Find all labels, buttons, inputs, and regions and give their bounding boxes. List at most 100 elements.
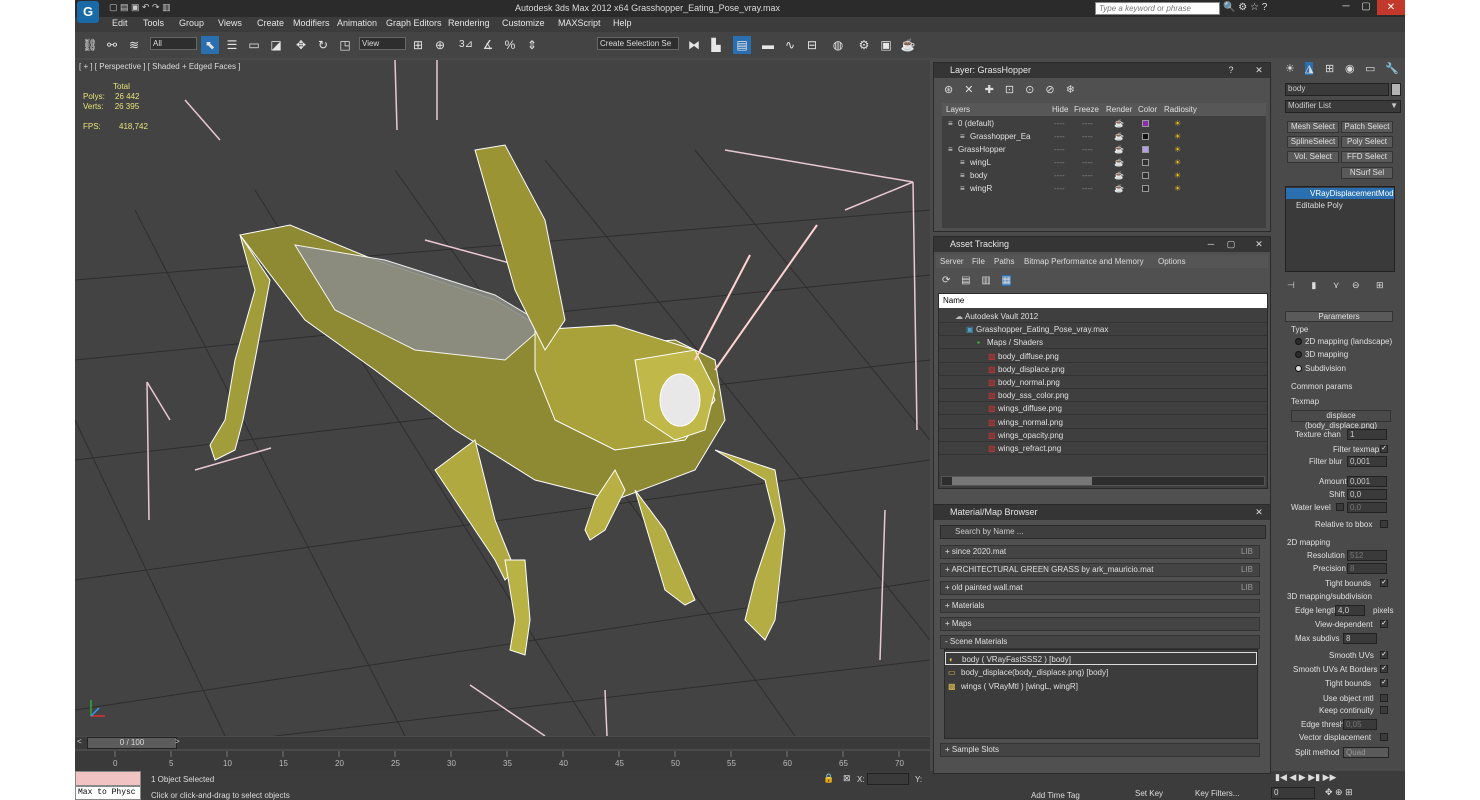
menu-create[interactable]: Create xyxy=(257,18,284,28)
maximize-button[interactable]: ▢ xyxy=(1357,1,1375,12)
link-icon[interactable]: ⛓ xyxy=(81,36,99,54)
set-key-button[interactable]: Set Key xyxy=(1135,789,1163,798)
menu-group[interactable]: Group xyxy=(179,18,204,28)
scene-material-item[interactable]: ◐ body ( VRayFastSSS2 ) [body] xyxy=(945,652,1257,665)
key-filters-button[interactable]: Key Filters... xyxy=(1195,789,1239,798)
bind-space-warp-icon[interactable]: ≋ xyxy=(125,36,143,54)
modifier-list-dropdown[interactable]: Modifier List ▼ xyxy=(1285,100,1401,113)
type-3d-radio[interactable] xyxy=(1295,351,1302,358)
asset-row[interactable]: ▨ body_normal.png xyxy=(939,376,1267,389)
asset-refresh-icon[interactable]: ⟳ xyxy=(942,275,950,286)
close-button[interactable]: ✕ xyxy=(1377,0,1405,15)
remove-modifier-icon[interactable]: ⊖ xyxy=(1352,280,1360,290)
menu-rendering[interactable]: Rendering xyxy=(448,18,490,28)
split-method-dropdown[interactable]: Quad xyxy=(1343,747,1389,758)
material-group[interactable]: - Scene Materials xyxy=(940,635,1260,649)
scene-material-item[interactable]: ▩ wings ( VRayMtl ) [wingL, wingR] xyxy=(945,680,1257,693)
layer-color-swatch[interactable] xyxy=(1142,185,1149,192)
layer-row[interactable]: ≡ body ---- ---- ☕ ☀ xyxy=(942,169,1202,182)
layer-hide-toggle[interactable]: ---- xyxy=(1054,130,1065,143)
viewport-label[interactable]: [ + ] [ Perspective ] [ Shaded + Edged F… xyxy=(79,62,240,71)
layer-freeze-toggle[interactable]: ---- xyxy=(1082,143,1093,156)
asset-row[interactable]: ☁ Autodesk Vault 2012 xyxy=(939,310,1267,323)
vector-disp-checkbox[interactable] xyxy=(1380,733,1388,741)
layer-delete-icon[interactable]: ✕ xyxy=(964,84,973,96)
track-bar[interactable]: 0 5 10 15 20 25 30 35 40 45 50 55 60 65 … xyxy=(75,751,930,771)
layer-close-button[interactable]: ✕ xyxy=(1252,65,1266,76)
tight-bounds-2-checkbox[interactable]: ✓ xyxy=(1380,679,1388,687)
help-tool-icons[interactable]: 🔍 ⚙ ☆ ? xyxy=(1223,2,1267,13)
display-tab-icon[interactable]: ▭ xyxy=(1365,62,1375,75)
show-end-result-icon[interactable]: ▮ xyxy=(1311,280,1316,290)
asset-list-icon[interactable]: ▤ xyxy=(961,275,970,286)
col-layers[interactable]: Layers xyxy=(946,103,970,116)
layer-create-icon[interactable]: ⊛ xyxy=(944,84,953,96)
menu-views[interactable]: Views xyxy=(218,18,242,28)
snap-toggle-icon[interactable]: 3⊿ xyxy=(457,36,475,54)
material-group[interactable]: + old painted wall.mat LIB xyxy=(940,581,1260,595)
pivot-icon[interactable]: ⊞ xyxy=(409,36,427,54)
menu-edit[interactable]: Edit xyxy=(112,18,128,28)
asset-menu-options[interactable]: Options xyxy=(1158,255,1186,268)
selection-filter-dropdown[interactable]: All xyxy=(150,37,197,50)
modify-tab-icon[interactable]: ◮ xyxy=(1305,62,1314,75)
window-crossing-icon[interactable]: ◪ xyxy=(267,36,285,54)
radiosity-icon[interactable]: ☀ xyxy=(1174,143,1181,156)
layer-color-swatch[interactable] xyxy=(1142,133,1149,140)
viewport-navigation-icons[interactable]: ✥ ⊕ ⊞ xyxy=(1325,787,1353,798)
layer-freeze-toggle[interactable]: ---- xyxy=(1082,182,1093,195)
asset-row[interactable]: ▨ wings_normal.png xyxy=(939,416,1267,429)
menu-help[interactable]: Help xyxy=(613,18,632,28)
menu-modifiers[interactable]: Modifiers xyxy=(293,18,330,28)
maxscript-listener[interactable] xyxy=(75,771,141,786)
material-group[interactable]: + since 2020.mat LIB xyxy=(940,545,1260,559)
x-coord-field[interactable] xyxy=(867,773,909,785)
layer-freeze-toggle[interactable]: ---- xyxy=(1082,156,1093,169)
filter-blur-spinner[interactable]: 0,001 xyxy=(1347,456,1387,467)
named-selection-dropdown[interactable]: Create Selection Se xyxy=(597,37,679,50)
pin-stack-icon[interactable]: ⊣ xyxy=(1287,280,1295,290)
asset-menu-bitmap[interactable]: Bitmap Performance and Memory xyxy=(1024,255,1144,268)
precision-spinner[interactable]: 8 xyxy=(1347,563,1387,574)
material-editor-icon[interactable]: ◍ xyxy=(829,36,847,54)
amount-spinner[interactable]: 0,001 xyxy=(1347,476,1387,487)
rotate-icon[interactable]: ↻ xyxy=(314,36,332,54)
edge-thresh-spinner[interactable]: 0,05 xyxy=(1343,719,1377,730)
move-icon[interactable]: ✥ xyxy=(292,36,310,54)
edge-length-spinner[interactable]: 4,0 xyxy=(1335,605,1365,616)
layer-row[interactable]: ≡ wingL ---- ---- ☕ ☀ xyxy=(942,156,1202,169)
col-render[interactable]: Render xyxy=(1106,103,1132,116)
tight-bounds-checkbox[interactable]: ✓ xyxy=(1380,579,1388,587)
asset-row[interactable]: ▨ body_sss_color.png xyxy=(939,389,1267,403)
layer-hide-toggle[interactable]: ---- xyxy=(1054,143,1065,156)
angle-snap-icon[interactable]: ∡ xyxy=(479,36,497,54)
asset-row[interactable]: ▨ wings_refract.png xyxy=(939,442,1267,455)
material-group[interactable]: + Maps xyxy=(940,617,1260,631)
col-hide[interactable]: Hide xyxy=(1052,103,1068,116)
time-slider-thumb[interactable]: 0 / 100 xyxy=(87,737,177,749)
quick-access-icons[interactable]: ▢ ▤ ▣ ↶ ↷ ▥ xyxy=(109,2,171,13)
layer-add-icon[interactable]: ✚ xyxy=(985,84,994,96)
unlink-icon[interactable]: ⚯ xyxy=(103,36,121,54)
material-search-box[interactable]: Search by Name ... xyxy=(940,525,1266,539)
radiosity-icon[interactable]: ☀ xyxy=(1174,182,1181,195)
asset-hscroll[interactable] xyxy=(941,476,1265,486)
parameters-rollout-header[interactable]: Parameters xyxy=(1285,311,1393,322)
material-group[interactable]: + Materials xyxy=(940,599,1260,613)
resolution-spinner[interactable]: 512 xyxy=(1347,550,1387,561)
asset-column-name[interactable]: Name xyxy=(943,296,964,305)
keep-continuity-checkbox[interactable] xyxy=(1380,706,1388,714)
render-setup-icon[interactable]: ⚙ xyxy=(855,36,873,54)
mirror-icon[interactable]: ⧓ xyxy=(685,36,703,54)
layer-hide-toggle[interactable]: ---- xyxy=(1054,156,1065,169)
radiosity-icon[interactable]: ☀ xyxy=(1174,156,1181,169)
relative-bbox-checkbox[interactable] xyxy=(1380,520,1388,528)
object-name-field[interactable]: body xyxy=(1285,83,1389,96)
asset-row[interactable]: ▨ body_displace.png xyxy=(939,363,1267,376)
layer-color-swatch[interactable] xyxy=(1142,146,1149,153)
time-prev-icon[interactable]: < xyxy=(77,737,82,746)
align-icon[interactable]: ▙ xyxy=(707,36,725,54)
mesh-select-button[interactable]: Mesh Select xyxy=(1287,121,1339,133)
type-2d-radio[interactable] xyxy=(1295,338,1302,345)
layer-help-button[interactable]: ? xyxy=(1224,65,1238,76)
